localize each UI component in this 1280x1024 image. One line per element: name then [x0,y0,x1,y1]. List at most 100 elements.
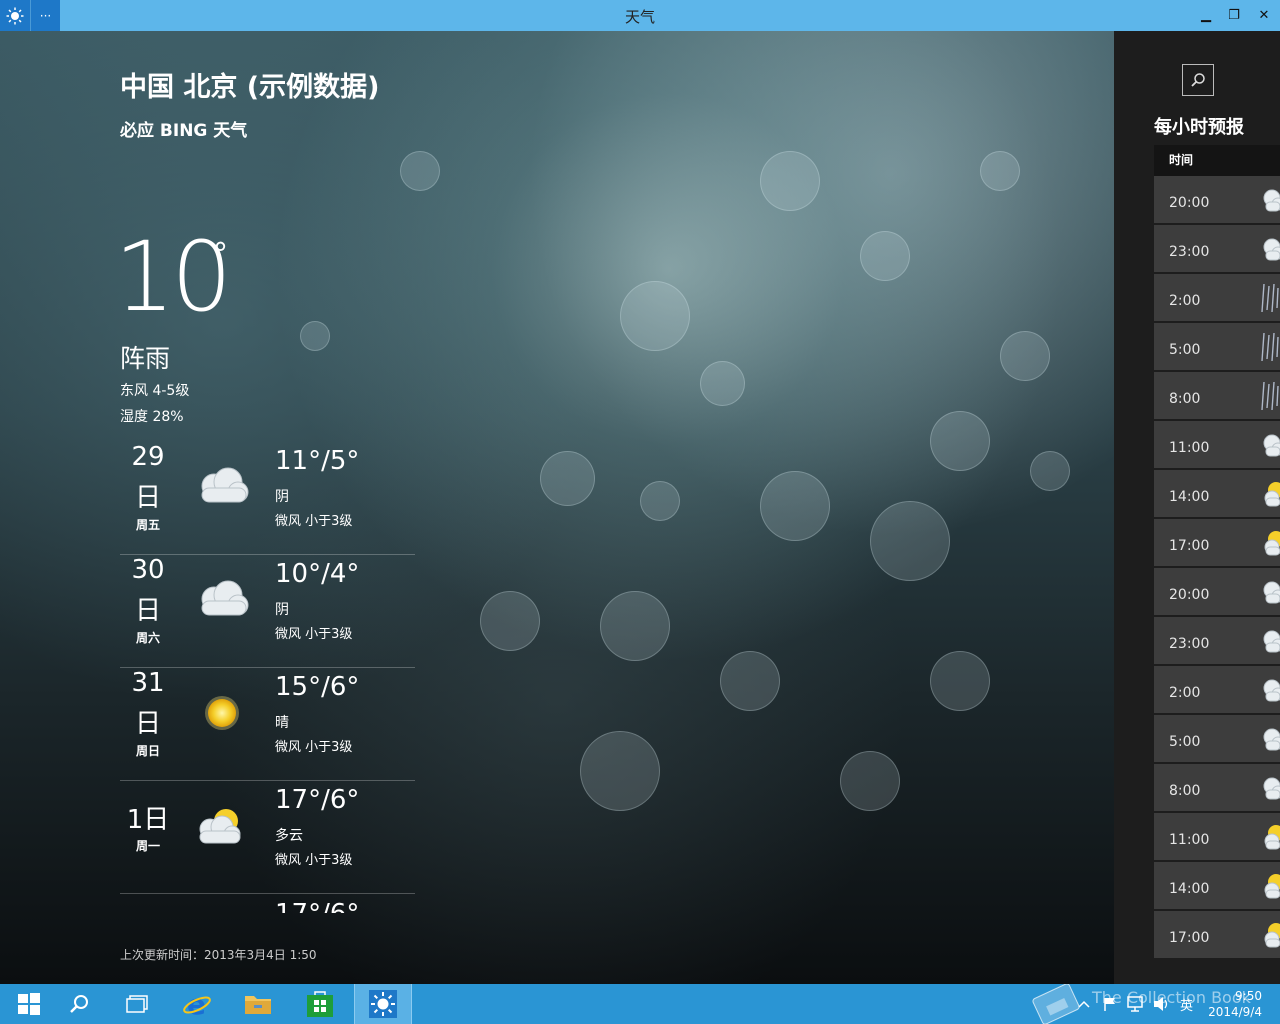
taskbar: e The Collection Book 英 9:50 2014/9/4 [0,983,1280,1024]
hourly-time: 20:00 [1169,587,1210,603]
day-weekday: 周日 [135,744,160,758]
cloud-icon [1258,576,1280,608]
hourly-row[interactable]: 14:00 [1154,862,1280,909]
hourly-row[interactable]: 11:00 [1154,421,1280,468]
hourly-time: 11:00 [1169,440,1210,456]
day-temperature: 15°/6° [275,672,360,702]
hourly-time: 23:00 [1169,636,1210,652]
hourly-row[interactable]: 2:00 [1154,274,1280,321]
day-weekday: 周一 [135,839,160,853]
hourly-time: 20:00 [1169,195,1210,211]
minimize-button[interactable]: ▁ [1194,4,1218,26]
search-taskbar-button[interactable] [50,984,108,1024]
chevron-up-icon [1078,1000,1090,1008]
day-date-suffix: 日 [134,709,161,739]
daily-forecast-item[interactable]: 31 日 周日 15°/6° 晴 微风 小于3级 [120,668,415,781]
search-button[interactable] [1182,64,1214,96]
hourly-row[interactable]: 20:00 [1154,176,1280,223]
speaker-icon [1154,997,1168,1011]
window-title: 天气 [624,8,655,26]
sunny-icon [190,688,254,738]
close-button[interactable]: ✕ [1252,4,1276,26]
hourly-row[interactable]: 14:00 [1154,470,1280,517]
hourly-row[interactable]: 23:00 [1154,617,1280,664]
current-temperature: 10 [114,221,232,333]
current-condition: 阵雨 [120,344,171,373]
day-condition: 多云 [275,828,303,844]
hourly-row[interactable]: 8:00 [1154,372,1280,419]
current-humidity: 湿度 28% [120,409,184,425]
hourly-time: 5:00 [1169,342,1201,358]
day-condition: 晴 [275,715,289,731]
volume-button[interactable] [1152,984,1170,1024]
day-date: 29 [131,442,165,472]
rain-icon [1258,380,1280,412]
file-explorer-button[interactable] [229,984,287,1024]
network-button[interactable] [1126,984,1144,1024]
hourly-time: 11:00 [1169,832,1210,848]
internet-explorer-button[interactable]: e [168,984,226,1024]
current-wind: 东风 4-5级 [120,383,190,399]
hourly-row[interactable]: 5:00 [1154,323,1280,370]
day-condition: 阴 [275,602,289,618]
last-updated: 上次更新时间：2013年3月4日 1:50 [120,948,317,962]
store-button[interactable] [291,984,349,1024]
cloudy-icon [190,575,254,625]
daily-forecast-item[interactable]: 29 日 周五 11°/5° 阴 微风 小于3级 [120,442,415,555]
hourly-row[interactable]: 11:00 [1154,813,1280,860]
location-title[interactable]: 中国 北京 (示例数据) [120,65,379,104]
day-wind: 微风 小于3级 [275,627,353,642]
search-icon [1191,73,1205,87]
folder-icon [245,996,271,1014]
day-date: 30 [131,555,165,585]
show-hidden-icons-button[interactable] [1078,984,1090,1024]
sun-cloud-icon [1258,821,1280,853]
cloudy-icon [190,462,254,512]
store-icon [307,991,333,1017]
weather-sun-icon [369,990,397,1018]
hourly-forecast-panel: 每小时预报 时间 20:00 23:00 2:00 5:00 8:00 11:00 14:0… [1114,31,1280,984]
windows-logo-icon [18,993,40,1015]
hourly-row[interactable]: 8:00 [1154,764,1280,811]
day-date-suffix: 日 [134,596,161,626]
restore-button[interactable]: ❐ [1222,4,1246,26]
day-date: 1日 [126,805,170,835]
cloud-icon [1258,723,1280,755]
hourly-row[interactable]: 17:00 [1154,911,1280,958]
hourly-row[interactable]: 2:00 [1154,666,1280,713]
hourly-row[interactable]: 17:00 [1154,519,1280,566]
hourly-time: 5:00 [1169,734,1201,750]
hourly-time: 2:00 [1169,293,1201,309]
rain-icon [1258,331,1280,363]
hourly-column-header: 时间 [1154,145,1280,176]
hourly-time: 8:00 [1169,391,1201,407]
task-view-button[interactable] [108,984,166,1024]
hourly-row[interactable]: 20:00 [1154,568,1280,615]
daily-forecast-item[interactable]: 1日 周一 17°/6° 多云 微风 小于3级 [120,781,415,894]
cloud-icon [1258,184,1280,216]
data-source: 必应 BING 天气 [120,121,248,141]
hourly-time: 23:00 [1169,244,1210,260]
cloud-icon [1258,233,1280,265]
sun-cloud-icon [1258,527,1280,559]
taskbar-clock[interactable]: 9:50 2014/9/4 [1208,988,1262,1020]
hourly-row[interactable]: 5:00 [1154,715,1280,762]
partly-cloudy-icon [190,801,254,851]
task-view-icon [126,995,148,1013]
cloud-icon [1258,772,1280,804]
hourly-time: 17:00 [1169,538,1210,554]
cloud-icon [1258,625,1280,657]
day-wind: 微风 小于3级 [275,740,353,755]
daily-forecast-partial: 17°/6° [275,899,359,913]
title-bar: ··· 天气 ▁ ❐ ✕ [0,0,1280,31]
hourly-time: 17:00 [1169,930,1210,946]
weather-taskbar-button[interactable] [354,984,412,1024]
hourly-row[interactable]: 23:00 [1154,225,1280,272]
daily-forecast-item[interactable]: 30 日 周六 10°/4° 阴 微风 小于3级 [120,555,415,668]
day-date-suffix: 日 [134,483,161,513]
rain-icon [1258,282,1280,314]
weather-main: 中国 北京 (示例数据) 必应 BING 天气 10 ° 阵雨 东风 4-5级 … [0,31,1114,984]
search-icon [70,995,88,1013]
input-method-indicator[interactable]: 英 [1180,984,1193,1024]
action-center-button[interactable] [1102,984,1118,1024]
